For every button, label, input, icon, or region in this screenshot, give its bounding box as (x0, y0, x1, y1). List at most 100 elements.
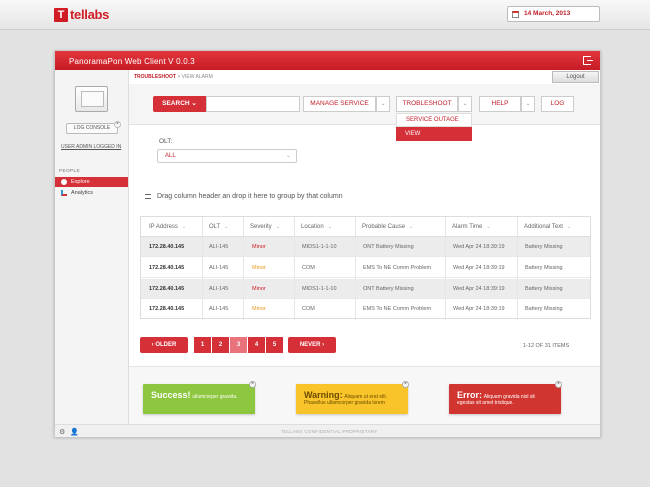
column-label: Additional Text (524, 224, 563, 230)
sidebar-item-label: Analytics (71, 190, 94, 196)
user-info-link[interactable]: USER ADMIN LOGGED IN (61, 144, 121, 150)
group-by-drop-zone[interactable]: Drag column header an drop it here to gr… (145, 193, 343, 200)
menu-item-view[interactable]: VIEW (396, 127, 472, 141)
table-row[interactable]: 172.28.40.145 ALI-145 Minor MIDS1-1-1-10… (141, 237, 590, 257)
error-notification: Error: Aliquam gravida nisl sit egestas … (449, 381, 562, 414)
exit-icon[interactable] (583, 56, 593, 65)
close-icon[interactable]: × (249, 381, 256, 388)
breadcrumb-rest: VIEW ALARM (181, 74, 213, 80)
column-header-probable-cause[interactable]: Probable Cause ⌄ (362, 224, 413, 230)
sidebar-item-analytics[interactable]: Analytics (55, 188, 128, 198)
column-header-additional-text[interactable]: Additional Text ⌄ (524, 224, 571, 230)
chevron-down-icon[interactable]: ⌄ (521, 96, 535, 112)
cell-probable-cause: EMS To NE Comm Problem (363, 306, 432, 312)
chevron-down-icon: ⌄ (486, 224, 491, 230)
cell-olt: ALI-145 (209, 306, 229, 312)
troubleshoot-menu-button[interactable]: TROBLESHOOT (396, 96, 458, 112)
group-hint-text: Drag column header an drop it here to gr… (157, 193, 343, 200)
page-4-button[interactable]: 4 (248, 337, 266, 353)
breadcrumb-current[interactable]: TROUBLESHOOT (134, 74, 176, 80)
cell-severity: Minor (252, 306, 266, 312)
logout-button[interactable]: Logout (552, 71, 599, 83)
cell-olt: ALI-145 (209, 286, 229, 292)
cell-additional-text: Battery Missing (525, 286, 563, 292)
older-button[interactable]: ‹ OLDER (140, 337, 188, 353)
success-title: Success! (151, 390, 191, 400)
cell-probable-cause: ONT Battery Missing (363, 244, 414, 250)
column-header-severity[interactable]: Severity ⌄ (250, 224, 280, 230)
chevron-down-icon: ⌄ (224, 224, 229, 230)
close-icon[interactable]: × (555, 381, 562, 388)
cell-location: MIDS1-1-1-10 (302, 286, 337, 292)
chevron-down-icon: ⌄ (409, 224, 414, 230)
cell-olt: ALI-145 (209, 265, 229, 271)
cell-ip: 172.28.40.145 (149, 286, 185, 292)
alarm-grid: IP Address ⌄ OLT ⌄ Severity ⌄ Location ⌄ Pro… (140, 216, 591, 320)
brand-name: tellabs (70, 7, 110, 22)
monitor-icon (75, 86, 108, 112)
gear-icon[interactable]: ⚙ (59, 428, 65, 436)
sidebar-item-explore[interactable]: Explore (55, 177, 128, 187)
toolbar: SEARCH ⌄ MANAGE SERVICE ⌄ TROBLESHOOT ⌄ … (129, 84, 600, 141)
page-5-button[interactable]: 5 (266, 337, 284, 353)
section-people: PEOPLE (59, 169, 80, 174)
cell-alarm-time: Wed Apr 24 18:39:19 (453, 306, 505, 312)
olt-select[interactable]: ALL ⌄ (157, 149, 297, 163)
cell-alarm-time: Wed Apr 24 18:39:19 (453, 286, 505, 292)
table-row[interactable]: 172.28.40.145 ALI-145 Minor COM EMS To N… (141, 258, 590, 278)
warning-title: Warning: (304, 390, 343, 400)
error-title: Error: (457, 390, 483, 400)
table-row[interactable]: 172.28.40.145 ALI-145 Minor COM EMS To N… (141, 299, 590, 319)
cell-additional-text: Battery Missing (525, 306, 563, 312)
column-header-ip[interactable]: IP Address ⌄ (149, 224, 186, 230)
menu-item-service-outage[interactable]: SERVICE OUTAGE (396, 113, 472, 127)
chevron-down-icon: ⌄ (327, 224, 332, 230)
sidebar-item-label: Explore (71, 179, 90, 185)
column-label: Location (301, 224, 324, 230)
page-2-button[interactable]: 2 (212, 337, 230, 353)
column-divider (355, 217, 356, 320)
chevron-down-icon: ⌄ (566, 224, 572, 230)
success-notification: Success! ullamcorper gravida. × (143, 381, 256, 414)
search-button[interactable]: SEARCH ⌄ (153, 96, 206, 112)
chevron-down-icon[interactable]: ⌄ (458, 96, 472, 112)
column-label: IP Address (149, 224, 178, 230)
column-header-olt[interactable]: OLT ⌄ (209, 224, 228, 230)
window-title: PanoramaPon Web Client V 0.0.3 (69, 57, 195, 66)
date-display[interactable]: 14 March, 2013 (507, 6, 600, 22)
cell-ip: 172.28.40.145 (149, 265, 185, 271)
app-window: PanoramaPon Web Client V 0.0.3 LOG CONSO… (54, 50, 601, 437)
search-input[interactable] (206, 96, 300, 112)
log-button[interactable]: LOG (541, 96, 574, 112)
user-icon[interactable]: 👤 (70, 428, 79, 436)
date-text: 14 March, 2013 (524, 10, 571, 17)
close-icon[interactable]: × (402, 381, 409, 388)
column-header-location[interactable]: Location ⌄ (301, 224, 332, 230)
log-console-button[interactable]: LOG CONSOLE (66, 123, 118, 134)
page-3-button[interactable]: 3 (230, 337, 248, 353)
manage-service-button[interactable]: MANAGE SERVICE (303, 96, 376, 112)
breadcrumb-separator: > (177, 74, 181, 80)
cell-severity: Minor (252, 286, 266, 292)
never-button[interactable]: NEVER › (288, 337, 336, 353)
olt-select-value: ALL (165, 153, 176, 159)
cell-location: COM (302, 265, 315, 271)
chevron-down-icon[interactable]: ⌄ (376, 96, 390, 112)
column-header-alarm-time[interactable]: Alarm Time ⌄ (452, 224, 491, 230)
analytics-icon (61, 190, 67, 196)
column-label: OLT (209, 224, 221, 230)
title-bar: PanoramaPon Web Client V 0.0.3 (55, 51, 600, 70)
footer-text: TELLABS CONFIDENTIAL PROPRIETARY (281, 429, 378, 434)
help-button[interactable]: HELP (479, 96, 521, 112)
explore-icon (61, 179, 67, 185)
cell-severity: Minor (252, 265, 266, 271)
log-console-close-icon[interactable]: × (114, 121, 121, 128)
page-1-button[interactable]: 1 (194, 337, 212, 353)
column-label: Probable Cause (362, 224, 406, 230)
top-bar: T tellabs 14 March, 2013 (0, 0, 650, 30)
table-row[interactable]: 172.28.40.145 ALI-145 Minor MIDS1-1-1-10… (141, 279, 590, 299)
chevron-down-icon: ⌄ (286, 153, 291, 159)
warning-notification: Warning: Aliquam ut erat elit. Phasellus… (296, 381, 409, 414)
cell-alarm-time: Wed Apr 24 18:39:19 (453, 265, 505, 271)
chevron-down-icon: ⌄ (275, 224, 280, 230)
